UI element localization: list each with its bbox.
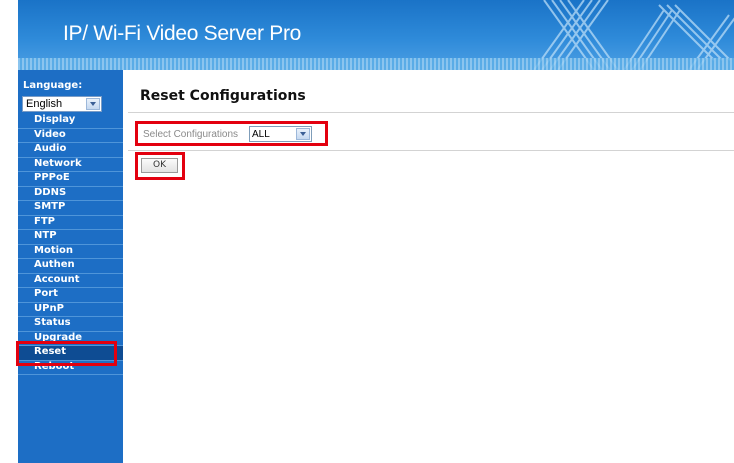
sidebar: Language: English Display Video Audio Netwo… — [18, 70, 123, 463]
sidebar-item-reset[interactable]: Reset — [18, 346, 123, 361]
app-title: IP/ Wi-Fi Video Server Pro — [63, 22, 302, 45]
sidebar-item-upnp[interactable]: UPnP — [18, 303, 123, 317]
sidebar-item-port[interactable]: Port — [18, 288, 123, 303]
form-divider — [128, 150, 734, 151]
sidebar-item-upgrade[interactable]: Upgrade — [18, 332, 123, 346]
sidebar-item-authen[interactable]: Authen — [18, 259, 123, 274]
sidebar-menu: Display Video Audio Network PPPoE DDNS SMTP FTP… — [18, 114, 123, 375]
sidebar-item-reboot[interactable]: Reboot — [18, 361, 123, 375]
sidebar-item-account[interactable]: Account — [18, 274, 123, 288]
title-divider — [128, 112, 734, 113]
sidebar-item-status[interactable]: Status — [18, 317, 123, 332]
language-select-value: English — [26, 98, 63, 110]
sidebar-item-motion[interactable]: Motion — [18, 245, 123, 259]
chevron-down-icon[interactable] — [296, 128, 310, 140]
sidebar-item-pppoe[interactable]: PPPoE — [18, 172, 123, 187]
sidebar-item-audio[interactable]: Audio — [18, 143, 123, 158]
language-select[interactable]: English — [22, 96, 102, 112]
chevron-down-icon[interactable] — [86, 98, 100, 110]
sidebar-item-video[interactable]: Video — [18, 129, 123, 143]
language-label: Language: — [23, 80, 83, 91]
select-configurations-label: Select Configurations — [143, 129, 239, 140]
sidebar-item-ddns[interactable]: DDNS — [18, 187, 123, 201]
sidebar-item-ntp[interactable]: NTP — [18, 230, 123, 245]
sidebar-item-smtp[interactable]: SMTP — [18, 201, 123, 216]
banner-strip — [18, 58, 734, 70]
sidebar-item-display[interactable]: Display — [18, 114, 123, 129]
configurations-select-value: ALL — [252, 129, 270, 140]
sidebar-item-ftp[interactable]: FTP — [18, 216, 123, 230]
sidebar-item-network[interactable]: Network — [18, 158, 123, 172]
configurations-select[interactable]: ALL — [249, 126, 312, 142]
ok-button[interactable]: OK — [141, 158, 178, 173]
page-title: Reset Configurations — [140, 88, 306, 104]
